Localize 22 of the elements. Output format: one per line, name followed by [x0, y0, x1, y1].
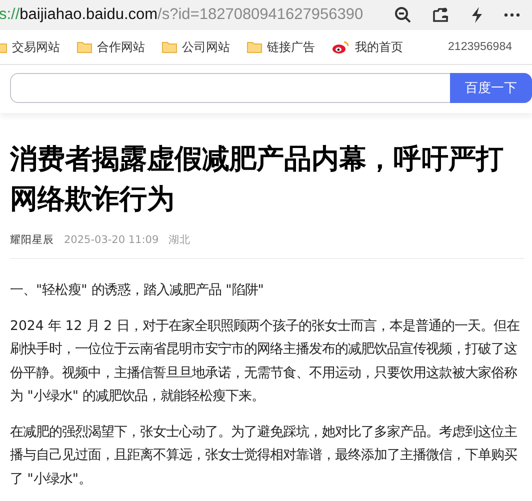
bookmark-bar-text: 2123956984	[448, 41, 512, 53]
zoom-out-icon[interactable]	[394, 6, 412, 24]
article-paragraph: 在减肥的强烈渴望下，张女士心动了。为了避免踩坑，她对比了多家产品。考虑到这位主播与自己见过面，且距离不算远，张女士觉得相对靠谱，最终添加了主播微信，下单购买了 "小绿水"。	[10, 424, 518, 488]
bookmark-link[interactable]: 公司网站	[182, 38, 230, 56]
bookmark-link[interactable]: 我的首页	[355, 38, 403, 56]
lightning-icon[interactable]	[470, 6, 484, 24]
location-text: 湖北	[168, 233, 191, 247]
bookmark-link[interactable]: 合作网站	[97, 38, 145, 56]
bookmark-link[interactable]: 交易网站	[12, 38, 60, 56]
article-title: 消费者揭露虚假减肥产品内幕，呼吁严打网络欺诈行为	[10, 142, 504, 217]
search-button[interactable]: 百度一下	[450, 73, 532, 103]
folder-icon	[77, 41, 92, 53]
eye-logo-icon	[332, 40, 350, 54]
publish-date: 2025-03-20 11:09	[64, 234, 159, 246]
article-paragraph: 一、"轻松瘦" 的诱惑，踏入减肥产品 "陷阱"	[10, 282, 265, 300]
article-paragraph: 2024 年 12 月 2 日，对于在家全职照顾两个孩子的张女士而言，本是普通的一天。但在刷快手时，一位位于云南省昆明市安宁市的网络主播发布的减肥饮品宣传视频，打破了这份平静。视频中，主播信誓旦旦地承诺，无需节食、不用运动，只要饮用这款被大家俗称为 "小绿水" 的减肥饮品，就能轻松瘦下来。	[10, 318, 520, 406]
bookmark-link[interactable]: 链接广告	[267, 38, 315, 56]
folder-icon	[247, 41, 262, 53]
folder-icon	[162, 41, 177, 53]
search-field[interactable]	[10, 73, 450, 103]
more-icon[interactable]	[504, 13, 520, 17]
author-name[interactable]: 耀阳星辰	[10, 233, 54, 247]
